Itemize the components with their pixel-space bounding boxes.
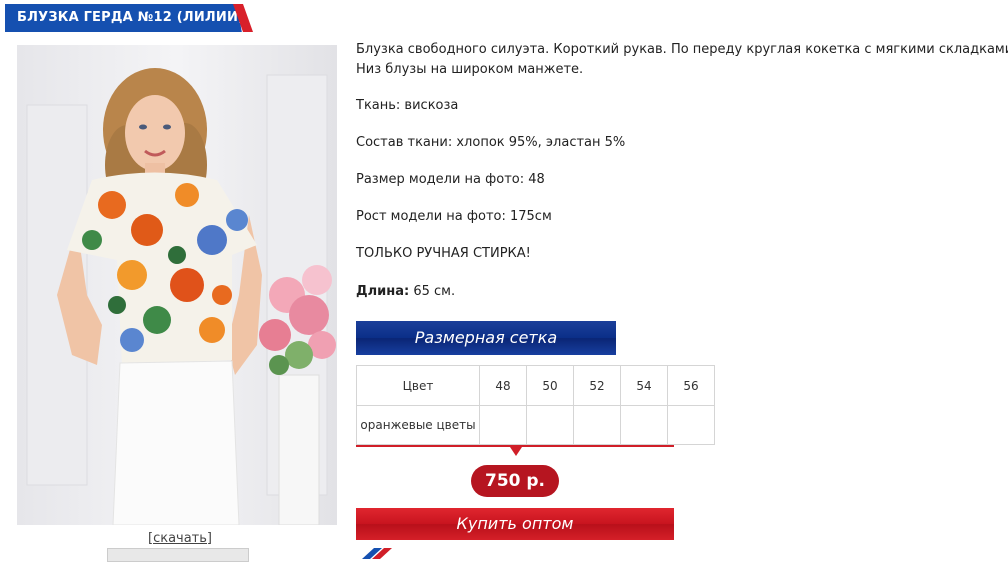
table-row: оранжевые цветы — [356, 405, 715, 445]
product-title: БЛУЗКА ГЕРДА №12 (ЛИЛИИ) — [17, 10, 245, 25]
product-photo-image — [17, 45, 337, 525]
composition-text: Состав ткани: хлопок 95%, эластан 5% — [356, 135, 626, 150]
size-table: Цвет 48 50 52 54 56 оранжевые цветы — [356, 365, 715, 445]
description-line-2: Низ блузы на широком манжете. — [356, 62, 584, 77]
size-chart-button[interactable]: Размерная сетка — [356, 321, 616, 355]
buy-wholesale-button[interactable]: Купить оптом — [356, 508, 674, 540]
color-header: Цвет — [356, 365, 480, 406]
size-header-52: 52 — [573, 365, 621, 406]
model-height-text: Рост модели на фото: 175см — [356, 209, 552, 224]
price-pointer-icon — [510, 447, 522, 456]
length-label: Длина: — [356, 284, 410, 299]
size-header-48: 48 — [479, 365, 527, 406]
product-photo[interactable] — [17, 45, 337, 525]
model-size-text: Размер модели на фото: 48 — [356, 172, 545, 187]
quantity-cell-48[interactable] — [479, 405, 527, 445]
length-value: 65 см. — [413, 284, 456, 299]
color-name-cell: оранжевые цветы — [356, 405, 480, 445]
thumbnail-preview[interactable] — [107, 548, 249, 562]
download-link[interactable]: [скачать] — [148, 531, 212, 546]
buy-wholesale-label: Купить оптом — [456, 514, 574, 533]
size-header-54: 54 — [620, 365, 668, 406]
size-header-56: 56 — [667, 365, 715, 406]
size-header-50: 50 — [526, 365, 574, 406]
table-row: Цвет 48 50 52 54 56 — [356, 365, 715, 406]
quantity-cell-50[interactable] — [526, 405, 574, 445]
size-chart-button-label: Размерная сетка — [414, 328, 558, 347]
quantity-cell-52[interactable] — [573, 405, 621, 445]
fabric-text: Ткань: вискоза — [356, 98, 459, 113]
description-line-1: Блузка свободного силуэта. Короткий рука… — [356, 42, 1008, 57]
product-title-banner: БЛУЗКА ГЕРДА №12 (ЛИЛИИ) — [5, 4, 253, 32]
brand-logo-icon — [362, 548, 392, 559]
quantity-cell-56[interactable] — [667, 405, 715, 445]
wash-instructions: ТОЛЬКО РУЧНАЯ СТИРКА! — [356, 246, 531, 261]
price-badge: 750 р. — [471, 465, 559, 497]
price-value: 750 р. — [484, 471, 546, 491]
length-row: Длина: 65 см. — [356, 284, 455, 299]
quantity-cell-54[interactable] — [620, 405, 668, 445]
